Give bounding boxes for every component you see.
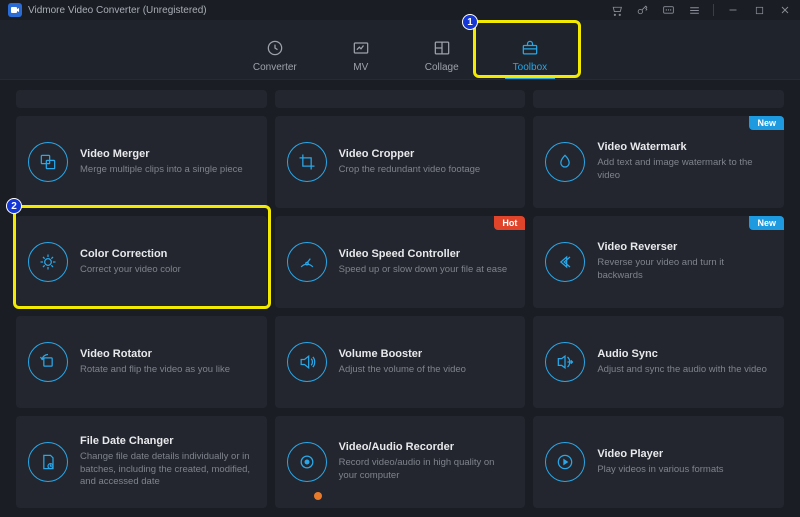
tab-label: Toolbox [513, 62, 547, 73]
tool-card-video-merger[interactable]: Video Merger Merge multiple clips into a… [16, 116, 267, 208]
feedback-icon[interactable] [661, 3, 675, 17]
tool-card-stub[interactable] [275, 90, 526, 108]
tool-title: Video Watermark [597, 141, 770, 153]
tool-desc: Play videos in various formats [597, 464, 770, 477]
tab-mv[interactable]: MV [351, 38, 371, 79]
new-badge: New [749, 216, 784, 230]
watermark-icon [545, 142, 585, 182]
tool-desc: Add text and image watermark to the vide… [597, 157, 770, 183]
tool-desc: Reverse your video and turn it backwards [597, 257, 770, 283]
merger-icon [28, 142, 68, 182]
tool-card-video-watermark[interactable]: New Video Watermark Add text and image w… [533, 116, 784, 208]
tool-title: Volume Booster [339, 348, 512, 360]
tool-desc: Adjust and sync the audio with the video [597, 364, 770, 377]
tool-title: Video Reverser [597, 241, 770, 253]
toolbox-icon [520, 38, 540, 58]
annotation-badge-2: 2 [6, 198, 22, 214]
cropper-icon [287, 142, 327, 182]
hot-badge: Hot [494, 216, 525, 230]
audio-sync-icon [545, 342, 585, 382]
annotation-badge-1: 1 [462, 14, 478, 30]
mv-icon [351, 38, 371, 58]
tool-card-color-correction[interactable]: Color Correction Correct your video colo… [16, 216, 267, 308]
maximize-icon[interactable] [752, 3, 766, 17]
tool-desc: Crop the redundant video footage [339, 164, 512, 177]
color-correction-icon [28, 242, 68, 282]
tab-label: MV [353, 62, 368, 73]
tool-title: Video Merger [80, 148, 253, 160]
tool-card-va-recorder[interactable]: Video/Audio Recorder Record video/audio … [275, 416, 526, 508]
player-icon [545, 442, 585, 482]
menu-icon[interactable] [687, 3, 701, 17]
tool-card-file-date-changer[interactable]: File Date Changer Change file date detai… [16, 416, 267, 508]
tool-title: File Date Changer [80, 435, 253, 447]
toolbox-grid: Video Merger Merge multiple clips into a… [0, 80, 800, 517]
tool-card-video-cropper[interactable]: Video Cropper Crop the redundant video f… [275, 116, 526, 208]
tool-desc: Change file date details individually or… [80, 451, 253, 489]
tab-label: Collage [425, 62, 459, 73]
volume-icon [287, 342, 327, 382]
speed-icon [287, 242, 327, 282]
converter-icon [265, 38, 285, 58]
file-date-icon [28, 442, 68, 482]
collage-icon [432, 38, 452, 58]
tab-toolbox[interactable]: Toolbox [513, 38, 547, 79]
tool-title: Color Correction [80, 248, 253, 260]
minimize-icon[interactable] [726, 3, 740, 17]
tool-card-video-reverser[interactable]: New Video Reverser Reverse your video an… [533, 216, 784, 308]
tab-label: Converter [253, 62, 297, 73]
tool-title: Video Player [597, 448, 770, 460]
window-controls [609, 3, 792, 17]
close-icon[interactable] [778, 3, 792, 17]
tool-desc: Correct your video color [80, 264, 253, 277]
notification-dot [314, 492, 322, 500]
tool-card-volume-booster[interactable]: Volume Booster Adjust the volume of the … [275, 316, 526, 408]
cart-icon[interactable] [609, 3, 623, 17]
tool-card-stub[interactable] [16, 90, 267, 108]
titlebar: Vidmore Video Converter (Unregistered) [0, 0, 800, 20]
tab-converter[interactable]: Converter [253, 38, 297, 79]
main-tabs: Converter MV Collage Toolbox 1 [0, 20, 800, 80]
new-badge: New [749, 116, 784, 130]
tool-desc: Merge multiple clips into a single piece [80, 164, 253, 177]
app-logo-icon [8, 3, 22, 17]
recorder-icon [287, 442, 327, 482]
tool-title: Audio Sync [597, 348, 770, 360]
window-title: Vidmore Video Converter (Unregistered) [28, 5, 207, 16]
tool-desc: Speed up or slow down your file at ease [339, 264, 512, 277]
tool-title: Video Cropper [339, 148, 512, 160]
rotator-icon [28, 342, 68, 382]
tab-collage[interactable]: Collage [425, 38, 459, 79]
tool-desc: Rotate and flip the video as you like [80, 364, 253, 377]
tool-card-video-rotator[interactable]: Video Rotator Rotate and flip the video … [16, 316, 267, 408]
tool-card-video-player[interactable]: Video Player Play videos in various form… [533, 416, 784, 508]
tool-title: Video Speed Controller [339, 248, 512, 260]
tool-desc: Adjust the volume of the video [339, 364, 512, 377]
tool-desc: Record video/audio in high quality on yo… [339, 457, 512, 483]
tool-card-video-speed[interactable]: Hot Video Speed Controller Speed up or s… [275, 216, 526, 308]
tool-title: Video Rotator [80, 348, 253, 360]
tool-title: Video/Audio Recorder [339, 441, 512, 453]
toolbox-stage: Video Merger Merge multiple clips into a… [0, 80, 800, 517]
key-icon[interactable] [635, 3, 649, 17]
reverser-icon [545, 242, 585, 282]
tool-card-stub[interactable] [533, 90, 784, 108]
tool-card-audio-sync[interactable]: Audio Sync Adjust and sync the audio wit… [533, 316, 784, 408]
